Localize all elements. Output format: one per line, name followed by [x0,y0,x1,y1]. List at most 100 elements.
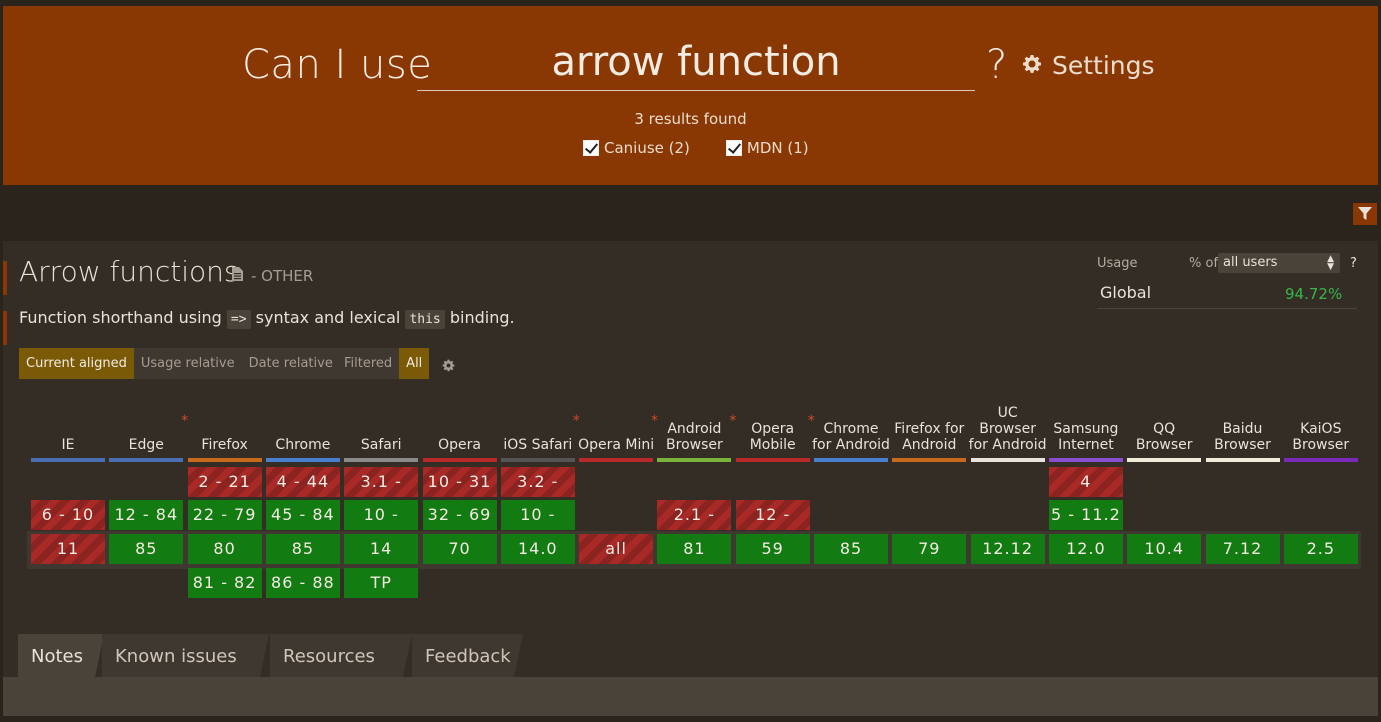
support-cell-safari[interactable]: TP [344,568,419,598]
support-cell-samsung-internet[interactable]: 12.0 [1048,534,1123,564]
side-marker [3,311,7,345]
browser-header-ie[interactable]: IE [29,389,107,453]
checkbox-caniuse[interactable] [583,140,599,156]
support-cell-safari[interactable]: 3.1 - 9.1 [344,467,419,521]
filter-mdn[interactable]: MDN (1) [725,139,809,157]
browser-name-android-browser: Android Browser [666,421,723,453]
browser-header-samsung-internet[interactable]: Samsung Internet [1047,389,1125,453]
results-count: 3 results found [634,110,747,128]
feature-panel: Arrow functions - OTHER Function shortha… [3,241,1378,716]
settings-label: Settings [1052,51,1155,80]
browser-header-android-browser[interactable]: Android Browser [655,389,733,453]
support-cell-android-browser[interactable]: 2.1 - 4.4.4 [657,500,732,554]
support-cell-chrome[interactable]: 45 - 84 [265,500,340,530]
support-cell-firefox-for-android[interactable]: 79 [892,534,967,564]
feature-category: - OTHER [251,267,314,285]
support-cell-qq-browser[interactable]: 10.4 [1127,534,1202,564]
browser-header-qq-browser[interactable]: QQ Browser [1125,389,1203,453]
support-cell-opera-mobile[interactable]: 12 - 12.1 [735,500,810,554]
support-cell-ios-safari[interactable]: 14.0 [500,534,575,564]
support-cell-edge[interactable]: 85 [109,534,184,564]
support-cell-opera-mobile[interactable]: 59 [735,534,810,564]
support-cell-chrome-for-android[interactable]: 85 [814,534,888,564]
search-input[interactable] [417,34,975,91]
view-date-relative[interactable]: Date relative [241,348,340,379]
browser-name-kaios-browser: KaiOS Browser [1292,421,1350,453]
mode-all[interactable]: All [399,348,430,379]
support-cell-edge[interactable]: 12 - 84 [109,500,184,530]
browser-color-bar [344,458,419,462]
browser-header-ios-safari[interactable]: iOS Safari [499,389,577,453]
browser-header-edge[interactable]: Edge [107,389,185,453]
support-cell-ie[interactable]: 6 - 10 [31,500,105,530]
support-cell-opera[interactable]: 32 - 69 [422,500,497,530]
support-cell-firefox[interactable]: 22 - 79 [187,500,262,530]
usage-help-button[interactable]: ? [1350,256,1357,271]
browser-name-chrome-for-android: Chrome for Android [812,421,890,453]
source-filters: Caniuse (2) MDN (1) [583,139,809,157]
filter-toggle-button[interactable] [1353,203,1377,225]
support-cell-chrome[interactable]: 86 - 88 [265,568,340,598]
support-cell-chrome[interactable]: 85 [265,534,340,564]
browser-color-bar [892,458,967,462]
desc-text: binding. [444,308,515,327]
feature-title[interactable]: Arrow functions [19,255,238,288]
tab-feedback[interactable]: Feedback [412,634,523,677]
settings-button[interactable]: Settings [1022,51,1155,80]
mode-filtered[interactable]: Filtered [337,348,400,379]
checkbox-mdn[interactable] [725,140,742,156]
browser-color-bar [735,458,810,462]
support-cell-samsung-internet[interactable]: 5 - 11.2 [1048,500,1123,530]
filter-caniuse[interactable]: Caniuse (2) [583,139,690,157]
site-title: Can I use [242,42,433,88]
browser-color-bar [970,458,1045,462]
tab-notes[interactable]: Notes [18,634,104,677]
browser-header-firefox[interactable]: Firefox [186,389,264,453]
browser-header-chrome-for-android[interactable]: Chrome for Android [812,389,890,453]
support-cell-safari[interactable]: 10 - 13.1 [344,500,419,554]
browser-name-qq-browser: QQ Browser [1135,421,1193,453]
support-cell-opera-mini[interactable]: all [579,534,654,564]
support-cell-ie[interactable]: 11 [31,534,105,564]
usage-divider [1097,308,1357,309]
browser-color-bar [422,458,497,462]
search-header: Can I use ? Settings 3 results found Can… [3,6,1378,185]
browser-name-baidu-browser: Baidu Browser [1214,421,1271,453]
view-current-aligned[interactable]: Current aligned [19,348,134,379]
support-cell-samsung-internet[interactable]: 4 [1048,467,1123,497]
support-cell-chrome[interactable]: 4 - 44 [265,467,340,497]
browser-header-opera[interactable]: Opera [421,389,499,453]
filter-mdn-label: MDN (1) [746,139,809,157]
support-cell-firefox[interactable]: 81 - 82 [187,568,262,598]
support-cell-kaios-browser[interactable]: 2.5 [1283,534,1358,564]
support-cell-uc-browser-for-android[interactable]: 12.12 [970,534,1045,564]
browser-header-uc-browser-for-android[interactable]: UC Browser for Android [969,389,1047,453]
desc-code-this: this [405,310,445,329]
usage-users-select[interactable]: all users ▲ ▼ [1218,253,1340,273]
support-cell-opera[interactable]: 10 - 31 [422,467,497,497]
support-cell-opera[interactable]: 70 [422,534,497,564]
support-cell-firefox[interactable]: 80 [187,534,262,564]
support-cell-safari[interactable]: 14 [344,534,419,564]
support-cell-ios-safari[interactable]: 3.2 - 9.3 [500,467,575,521]
browser-header-safari[interactable]: Safari [342,389,420,453]
funnel-icon [1358,205,1372,224]
browser-color-bar [1127,458,1202,462]
browser-header-opera-mobile[interactable]: Opera Mobile [734,389,812,453]
browser-header-baidu-browser[interactable]: Baidu Browser [1204,389,1282,453]
view-usage-relative[interactable]: Usage relative [133,348,242,379]
tab-resources[interactable]: Resources (6) [270,634,412,712]
support-cell-android-browser[interactable]: 81 [657,534,732,564]
browser-header-opera-mini[interactable]: Opera Mini [577,389,655,453]
table-settings-gear-icon[interactable] [442,357,455,376]
browser-color-bar [109,458,184,462]
support-cell-firefox[interactable]: 2 - 21 [187,467,262,497]
support-cell-baidu-browser[interactable]: 7.12 [1205,534,1280,564]
desc-text: syntax and lexical [250,308,406,327]
support-cell-ios-safari[interactable]: 10 - 13.7 [500,500,575,554]
browser-header-kaios-browser[interactable]: KaiOS Browser [1282,389,1360,453]
browser-header-chrome[interactable]: Chrome [264,389,342,453]
browser-color-bar [1283,458,1358,462]
browser-header-firefox-for-android[interactable]: Firefox for Android [890,389,968,453]
tab-known-issues[interactable]: Known issues (0) [102,634,269,712]
